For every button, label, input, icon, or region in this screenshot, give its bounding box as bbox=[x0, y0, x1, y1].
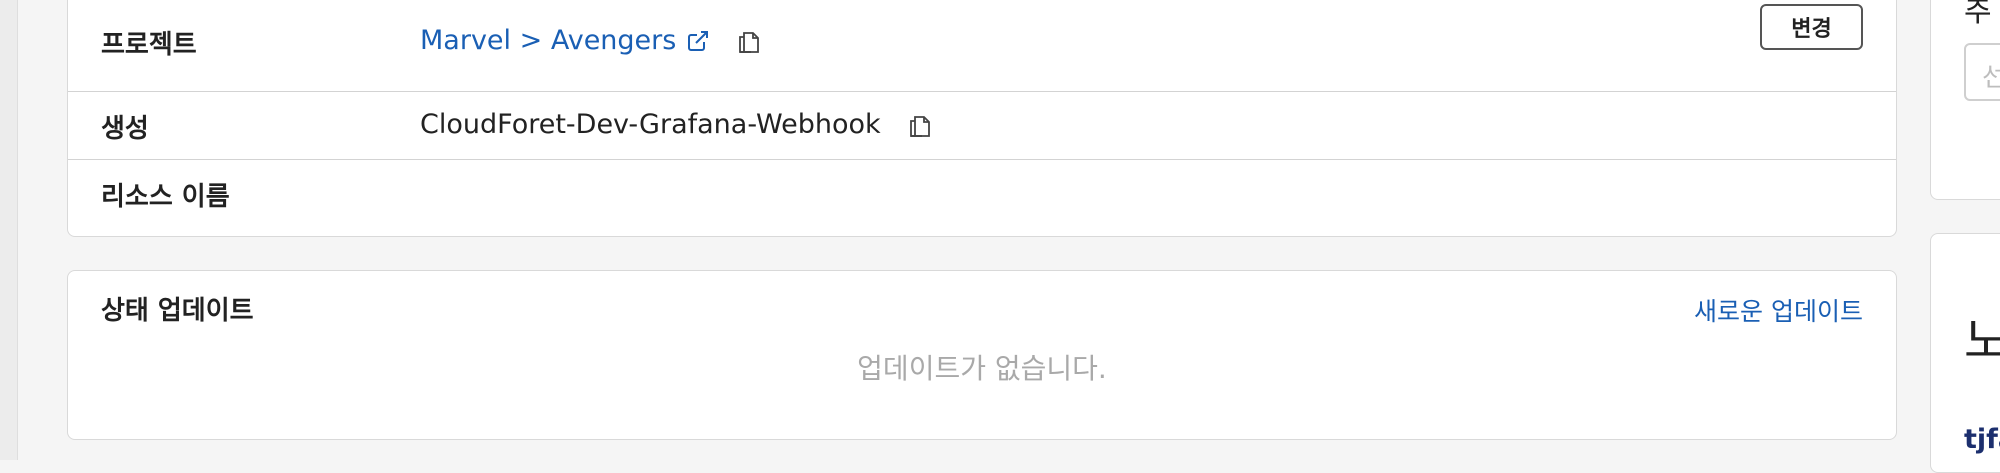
created-value-text: CloudForet-Dev-Grafana-Webhook bbox=[420, 109, 881, 140]
resource-name-row: 리소스 이름 bbox=[68, 160, 1896, 236]
copy-icon[interactable] bbox=[907, 111, 933, 139]
new-update-link[interactable]: 새로운 업데이트 bbox=[1694, 292, 1863, 328]
side-user-name[interactable]: tjfa bbox=[1964, 424, 2000, 455]
created-label: 생성 bbox=[101, 114, 149, 144]
status-update-card: 상태 업데이트 새로운 업데이트 업데이트가 없습니다. bbox=[67, 270, 1897, 440]
resource-name-label: 리소스 이름 bbox=[101, 182, 230, 212]
side-select-input[interactable]: 선 bbox=[1964, 43, 2000, 101]
side-panel-bottom: 노 tjfa bbox=[1930, 233, 2000, 473]
empty-state-text: 업데이트가 없습니다. bbox=[857, 352, 1107, 385]
project-link[interactable]: Marvel > Avengers bbox=[420, 25, 676, 56]
copy-icon[interactable] bbox=[736, 27, 762, 55]
left-rail bbox=[0, 0, 18, 460]
status-update-title: 상태 업데이트 bbox=[101, 296, 254, 326]
change-project-button[interactable]: 변경 bbox=[1760, 4, 1863, 50]
project-label: 프로젝트 bbox=[101, 30, 197, 60]
project-row: 프로젝트 Marvel > Avengers 변경 bbox=[68, 0, 1896, 92]
external-link-icon[interactable] bbox=[686, 29, 710, 53]
project-value: Marvel > Avengers bbox=[420, 25, 762, 56]
created-row: 생성 CloudForet-Dev-Grafana-Webhook bbox=[68, 92, 1896, 160]
created-value: CloudForet-Dev-Grafana-Webhook bbox=[420, 109, 933, 140]
side-heading: 추 bbox=[1964, 0, 1992, 29]
side-panel-top: 추 선 bbox=[1930, 0, 2000, 200]
side-panel-title: 노 bbox=[1964, 313, 2000, 369]
resource-info-card: 프로젝트 Marvel > Avengers 변경 생성 CloudForet-… bbox=[67, 0, 1897, 237]
